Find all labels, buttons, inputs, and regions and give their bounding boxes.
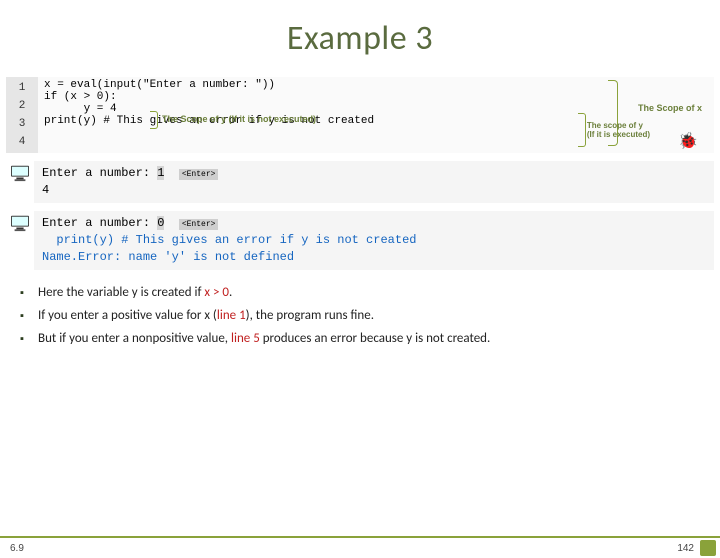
explanation-bullets: Here the variable y is created if x > 0.… [20, 284, 700, 347]
annotation-scope-y: The Scope of y (If it is not executed) [162, 114, 316, 124]
inline-code: x > 0 [204, 285, 229, 300]
user-input: 0 [157, 216, 164, 230]
enter-key-label: <Enter> [179, 219, 219, 230]
monitor-icon [6, 161, 34, 187]
traceback-line: print(y) # This gives an error if y is n… [42, 233, 416, 247]
terminal-output: Enter a number: 1 <Enter> 4 [34, 161, 714, 203]
bug-icon: 🐞 [678, 131, 698, 151]
code-example: 1 2 3 4 x = eval(input("Enter a number: … [6, 77, 714, 153]
bracket-scope-y2 [578, 113, 586, 147]
line-ref: line 5 [231, 331, 260, 346]
slide-footer: 6.9 142 [0, 536, 720, 558]
output-value: 4 [42, 183, 49, 197]
bullet-3: But if you enter a nonpositive value, li… [20, 330, 700, 347]
enter-key-label: <Enter> [179, 169, 219, 180]
bullet-2: If you enter a positive value for x (lin… [20, 307, 700, 324]
page-number: 142 [677, 543, 694, 554]
terminal-run-2: Enter a number: 0 <Enter> print(y) # Thi… [6, 211, 714, 270]
prompt-text: Enter a number: [42, 166, 157, 180]
bracket-scope-y [150, 111, 158, 129]
error-message: Name.Error: name 'y' is not defined [42, 250, 294, 264]
slide-title: Example 3 [0, 18, 720, 59]
annotation-scope-y2: The scope of y (If it is executed) [587, 121, 650, 139]
line-number-gutter: 1 2 3 4 [6, 77, 38, 153]
monitor-icon [6, 211, 34, 237]
user-input: 1 [157, 166, 164, 180]
line-ref: line 1 [217, 308, 246, 323]
annotation-scope-x: The Scope of x [638, 103, 702, 113]
section-number: 6.9 [10, 543, 24, 554]
footer-icon [700, 540, 716, 556]
terminal-run-1: Enter a number: 1 <Enter> 4 [6, 161, 714, 203]
bullet-1: Here the variable y is created if x > 0. [20, 284, 700, 301]
prompt-text: Enter a number: [42, 216, 157, 230]
terminal-output: Enter a number: 0 <Enter> print(y) # Thi… [34, 211, 714, 270]
